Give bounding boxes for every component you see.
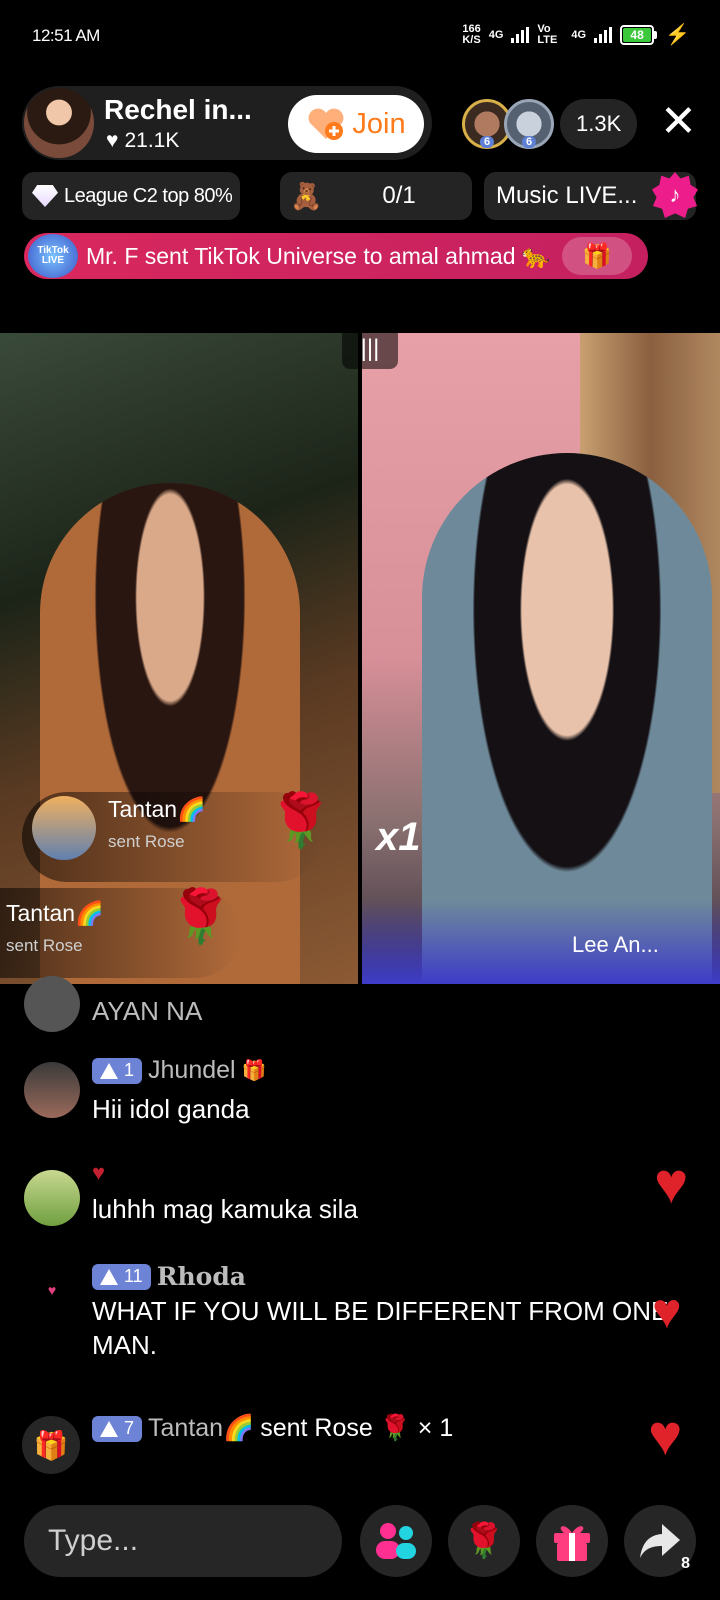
share-arrow-icon bbox=[640, 1524, 680, 1558]
goal-progress: 0/1 bbox=[382, 182, 416, 209]
status-time: 12:51 AM bbox=[32, 26, 100, 45]
heart-plus-icon bbox=[306, 107, 346, 141]
username[interactable]: Rhoda bbox=[157, 1262, 246, 1291]
sim2-label: 4G bbox=[571, 28, 587, 41]
multiplier-label: x1 bbox=[376, 815, 421, 859]
username[interactable]: Jhundel bbox=[148, 1056, 236, 1085]
gift-button[interactable] bbox=[536, 1505, 608, 1577]
rose-icon: 🌹 bbox=[462, 1522, 506, 1560]
gift-action: sent Rose bbox=[108, 832, 185, 851]
heart-icon: ♥ bbox=[106, 129, 119, 152]
gift-announcement-banner[interactable]: TikTok LIVE Mr. F sent TikTok Universe t… bbox=[24, 233, 648, 279]
comment-input[interactable]: Type... bbox=[24, 1505, 342, 1577]
share-count: 8 bbox=[681, 1555, 690, 1572]
sender-name: Tantan🌈 bbox=[6, 900, 104, 926]
host-avatar[interactable] bbox=[24, 88, 94, 158]
goal-chip[interactable]: 🧸 0/1 bbox=[280, 172, 472, 220]
join-button[interactable]: Join bbox=[288, 95, 424, 153]
gift-box-icon: 🎁 bbox=[33, 1429, 69, 1461]
signal-icon bbox=[594, 26, 613, 43]
close-icon[interactable]: ✕ bbox=[660, 100, 697, 144]
username[interactable]: Tantan🌈 bbox=[148, 1414, 254, 1443]
sender-name: Tantan🌈 bbox=[108, 796, 206, 822]
heart-icon: ♥ bbox=[652, 1283, 682, 1339]
battle-divider-icon: ||| bbox=[342, 333, 398, 369]
banner-text: Mr. F sent TikTok Universe to amal ahmad… bbox=[86, 242, 551, 269]
people-icon bbox=[376, 1523, 416, 1559]
battery-icon: 48 bbox=[620, 24, 658, 45]
user-avatar[interactable] bbox=[24, 976, 80, 1032]
user-avatar[interactable]: ♥ bbox=[42, 1282, 62, 1302]
guest-name[interactable]: Lee An... bbox=[572, 932, 659, 958]
guest-name-overlay bbox=[362, 900, 720, 984]
message-text: Hii idol ganda bbox=[92, 1094, 250, 1124]
host-likes: ♥ 21.1K bbox=[106, 129, 180, 152]
battery-level: 48 bbox=[623, 27, 652, 42]
join-label: Join bbox=[352, 107, 406, 140]
charging-icon: ⚡ bbox=[665, 24, 690, 46]
volte-label: Vo LTE bbox=[537, 22, 558, 46]
gift-action: sent Rose bbox=[6, 936, 83, 955]
top-viewers[interactable]: 6 6 1.3K bbox=[462, 98, 638, 150]
level-badge: 1 bbox=[92, 1057, 143, 1084]
net-speed: 166 K/S bbox=[462, 22, 481, 46]
goal-icon: 🧸 bbox=[290, 180, 323, 211]
guest-request-button[interactable] bbox=[360, 1505, 432, 1577]
gift-icon bbox=[554, 1526, 590, 1561]
message-text: WHAT IF YOU WILL BE DIFFERENT FROM ONE M… bbox=[92, 1296, 669, 1360]
level-badge: 11 bbox=[92, 1263, 151, 1290]
diamond-icon bbox=[32, 185, 58, 207]
status-icons: 166 K/S 4G Vo LTE 4G 48 ⚡ bbox=[462, 22, 690, 47]
user-avatar[interactable] bbox=[24, 1170, 80, 1226]
heart-icon: ♥ bbox=[654, 1151, 689, 1216]
guest-video[interactable] bbox=[362, 333, 720, 984]
signal-icon bbox=[511, 26, 530, 43]
message-text: AYAN NA bbox=[92, 996, 203, 1026]
rose-gift-button[interactable]: 🌹 bbox=[448, 1505, 520, 1577]
heart-badge-icon: ♥ bbox=[92, 1160, 106, 1185]
sim1-label: 4G bbox=[488, 28, 504, 41]
share-button[interactable]: 8 bbox=[624, 1505, 696, 1577]
league-chip[interactable]: League C2 top 80% bbox=[22, 172, 240, 220]
gift-box-button[interactable]: 🎁 bbox=[22, 1416, 80, 1474]
rose-icon: 🌹 bbox=[168, 888, 233, 946]
viewer-avatar[interactable]: 6 bbox=[504, 99, 554, 149]
host-name: Rechel in... bbox=[104, 94, 252, 125]
tiktok-live-logo: TikTok LIVE bbox=[28, 234, 78, 278]
rose-icon: 🌹 bbox=[268, 792, 333, 850]
heart-icon: ♥ bbox=[648, 1403, 683, 1468]
gift-icon[interactable]: 🎁 bbox=[562, 237, 632, 275]
viewer-count[interactable]: 1.3K bbox=[560, 99, 638, 149]
message-text: sent Rose 🌹 × 1 bbox=[260, 1414, 454, 1442]
user-avatar[interactable] bbox=[24, 1062, 80, 1118]
gift-icon: 🎁 bbox=[241, 1060, 267, 1082]
message-text: luhhh mag kamuka sila bbox=[92, 1194, 358, 1224]
level-badge: 7 bbox=[92, 1415, 143, 1442]
status-bar: 12:51 AM 166 K/S 4G Vo LTE 4G 48 ⚡ bbox=[0, 0, 720, 70]
sender-avatar bbox=[32, 796, 96, 860]
